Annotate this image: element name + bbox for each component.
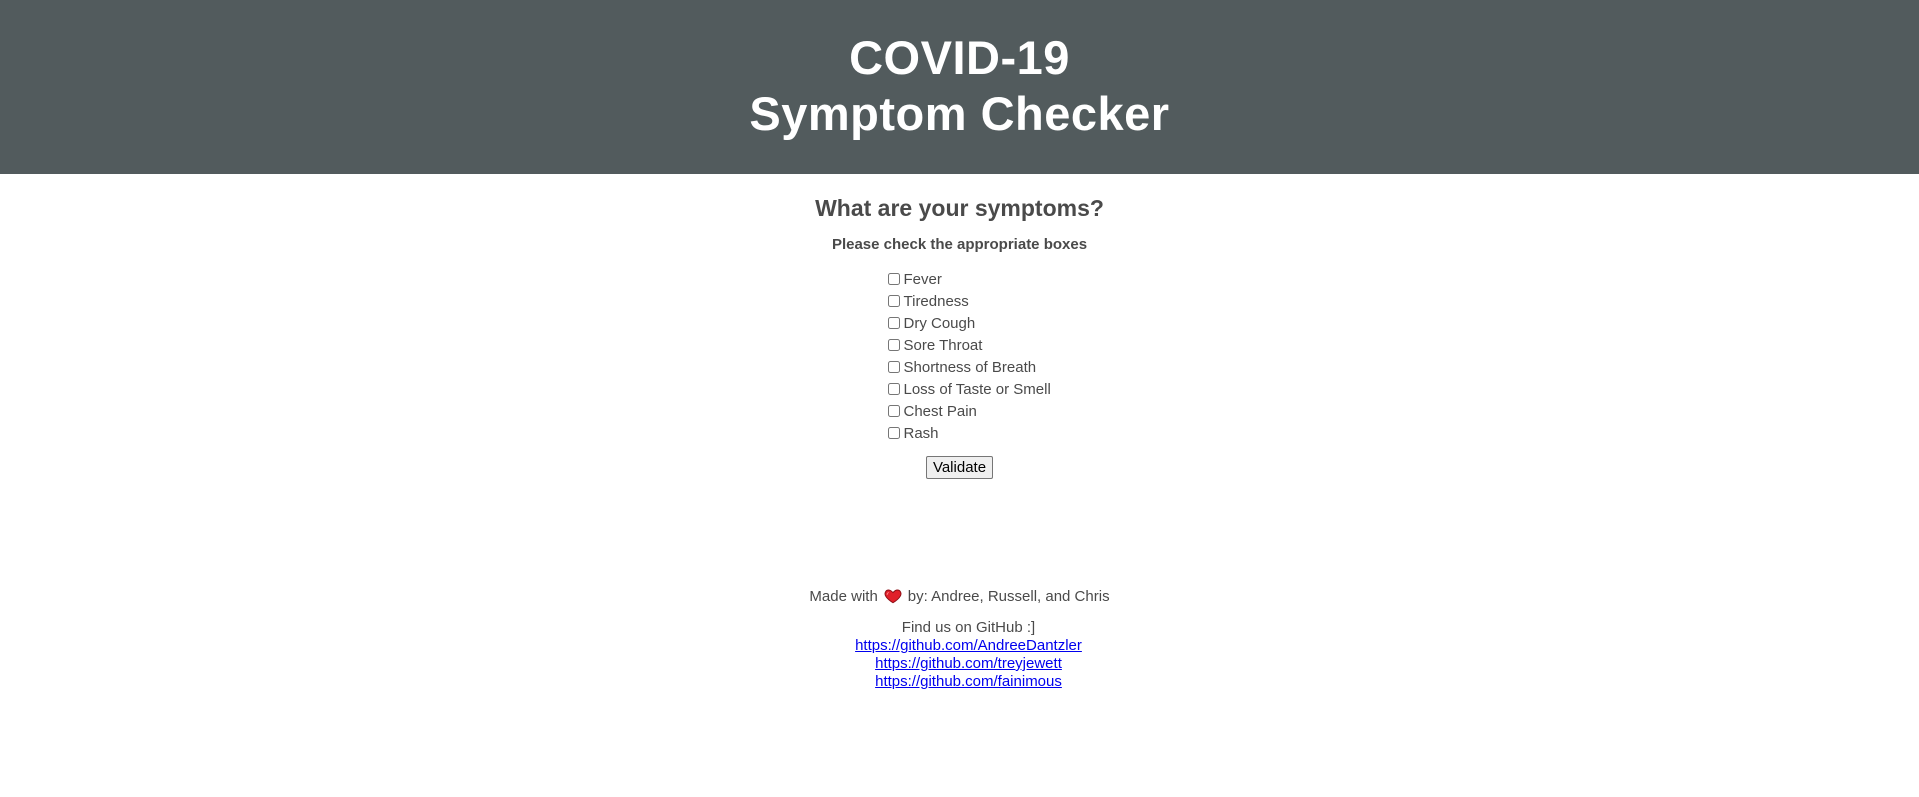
heart-icon [884,589,902,604]
instruction-text: Please check the appropriate boxes [831,236,1088,253]
made-with-prefix: Made with [809,587,878,605]
tiredness-checkbox[interactable] [887,295,900,307]
symptom-label: Dry Cough [903,314,976,332]
symptom-label: Tiredness [903,292,969,310]
chest-pain-checkbox[interactable] [887,405,900,417]
made-with-line: Made with by: Andree, Russell, and Chris [809,587,1109,605]
validate-wrapper: Validate [0,456,1919,479]
question-heading: What are your symptoms? [815,195,1104,221]
symptom-item-rash[interactable]: Rash [887,422,1088,444]
symptom-list: Fever Tiredness Dry Cough Sore Throat Sh… [832,268,1088,444]
symptom-form: What are your symptoms? Please check the… [0,174,1919,479]
symptom-item-dry-cough[interactable]: Dry Cough [887,312,1088,334]
github-link-trey[interactable]: https://github.com/treyjewett [18,655,1919,673]
symptom-item-chest-pain[interactable]: Chest Pain [887,400,1088,422]
symptom-label: Rash [903,424,939,442]
fever-checkbox[interactable] [887,273,900,285]
page-title-line-2: Symptom Checker [749,87,1170,140]
rash-checkbox[interactable] [887,427,900,439]
sore-throat-checkbox[interactable] [887,339,900,351]
symptom-item-shortness-of-breath[interactable]: Shortness of Breath [887,356,1088,378]
symptom-label: Shortness of Breath [903,358,1037,376]
page-header: COVID-19 Symptom Checker [0,0,1919,174]
github-links: https://github.com/AndreeDantzler https:… [0,637,1919,691]
github-link-chris[interactable]: https://github.com/fainimous [18,673,1919,691]
symptom-label: Sore Throat [903,336,983,354]
symptom-label: Chest Pain [903,402,977,420]
made-with-suffix: by: Andree, Russell, and Chris [907,587,1110,605]
symptom-item-sore-throat[interactable]: Sore Throat [887,334,1088,356]
page-footer: Made with by: Andree, Russell, and Chris… [0,587,1919,691]
symptom-label: Fever [903,270,942,288]
symptom-item-fever[interactable]: Fever [887,268,1088,290]
loss-of-taste-or-smell-checkbox[interactable] [887,383,900,395]
find-us-text: Find us on GitHub :] [901,619,1036,636]
shortness-of-breath-checkbox[interactable] [887,361,900,373]
symptom-item-tiredness[interactable]: Tiredness [887,290,1088,312]
github-link-andree[interactable]: https://github.com/AndreeDantzler [18,637,1919,655]
dry-cough-checkbox[interactable] [887,317,900,329]
validate-button[interactable]: Validate [925,456,994,479]
page-title-line-1: COVID-19 [849,31,1070,84]
symptom-item-loss-of-taste-or-smell[interactable]: Loss of Taste or Smell [887,378,1088,400]
symptom-label: Loss of Taste or Smell [903,380,1051,398]
